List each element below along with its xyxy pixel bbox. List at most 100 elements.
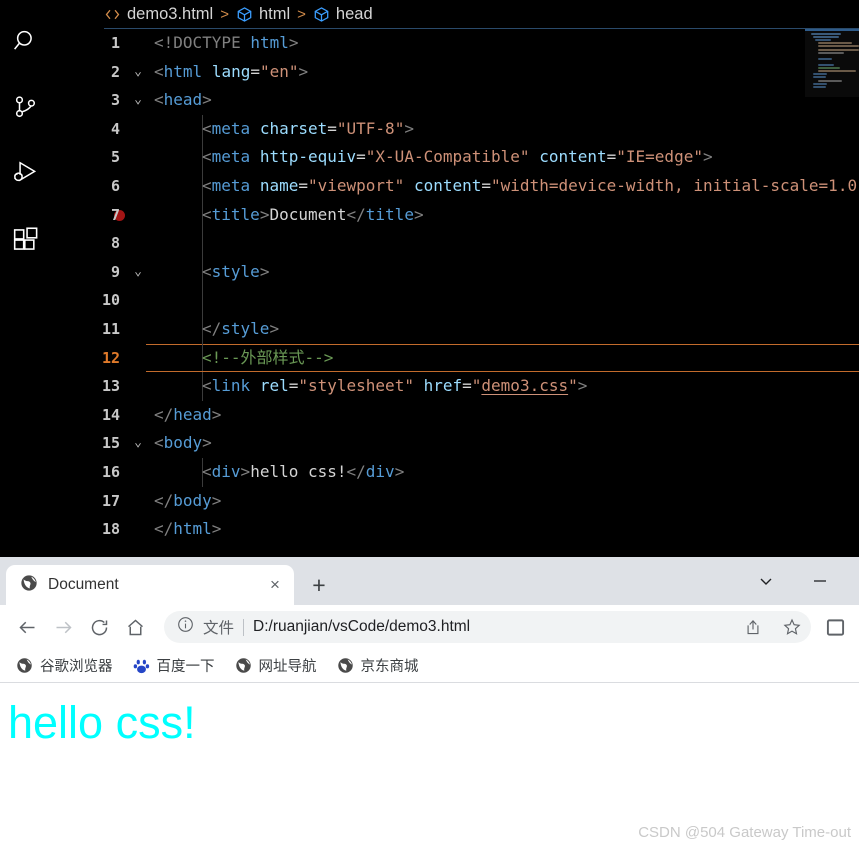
breadcrumb-node-head[interactable]: head bbox=[336, 5, 373, 24]
code-token: hello css! bbox=[250, 461, 347, 481]
code-token: > bbox=[404, 118, 414, 138]
fold-chevron-down-icon[interactable]: ⌄ bbox=[130, 258, 146, 287]
minimize-button[interactable] bbox=[803, 564, 837, 598]
globe-icon bbox=[16, 657, 33, 674]
fold-chevron-down-icon[interactable]: ⌄ bbox=[130, 58, 146, 87]
star-icon[interactable] bbox=[777, 612, 807, 642]
code-line[interactable]: 17 </body> bbox=[52, 487, 859, 516]
back-icon[interactable] bbox=[10, 610, 44, 644]
fold-chevron-down-icon[interactable]: ⌄ bbox=[130, 86, 146, 115]
minimap-line bbox=[818, 64, 834, 67]
code-line[interactable]: 2 ⌄ <html lang="en"> bbox=[52, 58, 859, 87]
code-token: html bbox=[173, 519, 212, 539]
code-line[interactable]: 13 <link rel="stylesheet" href="demo3.css… bbox=[52, 372, 859, 401]
code-editor[interactable]: 1 <!DOCTYPE html> 2 ⌄ <html lang="en"> 3 ⌄ <hea… bbox=[52, 29, 859, 557]
code-token: " bbox=[568, 376, 578, 396]
side-panel-icon[interactable] bbox=[821, 612, 849, 642]
code-line[interactable]: 16 <div>hello css!</div> bbox=[52, 457, 859, 487]
bookmark-item[interactable]: 谷歌浏览器 bbox=[8, 651, 121, 680]
reload-icon[interactable] bbox=[82, 610, 116, 644]
activity-bar bbox=[0, 0, 52, 557]
line-number: 3 bbox=[110, 91, 120, 110]
url-text[interactable]: D:/ruanjian/vsCode/demo3.html bbox=[253, 618, 729, 636]
code-line[interactable]: 6 <meta name="viewport" content="width=de… bbox=[52, 171, 859, 201]
code-line[interactable]: 12 <!--外部样式--> bbox=[52, 343, 859, 373]
code-line[interactable]: 18 </html> bbox=[52, 515, 859, 544]
code-token: <!DOCTYPE bbox=[154, 33, 251, 52]
code-line[interactable]: 9 ⌄ <style> bbox=[52, 257, 859, 287]
code-line[interactable]: 7 <title>Document</title> bbox=[52, 200, 859, 230]
code-token: link bbox=[211, 376, 251, 396]
code-token: < bbox=[202, 461, 212, 481]
symbol-cube-icon-2 bbox=[313, 6, 330, 23]
search-icon[interactable] bbox=[7, 22, 45, 60]
symbol-cube-icon bbox=[236, 6, 253, 23]
code-token: demo3.css bbox=[481, 376, 569, 396]
code-token: > bbox=[394, 461, 405, 481]
extensions-icon[interactable] bbox=[7, 220, 45, 258]
code-token: charset bbox=[259, 118, 328, 138]
line-number: 12 bbox=[101, 348, 120, 367]
bookmark-item[interactable]: 京东商城 bbox=[329, 651, 427, 680]
line-number: 11 bbox=[101, 319, 120, 338]
address-bar[interactable]: 文件 D:/ruanjian/vsCode/demo3.html bbox=[164, 611, 811, 643]
code-line[interactable]: 8 bbox=[52, 229, 859, 258]
info-circle-icon[interactable] bbox=[177, 616, 194, 638]
code-token: < bbox=[202, 204, 212, 224]
breadcrumb-node-html[interactable]: html bbox=[259, 5, 290, 24]
new-tab-button[interactable]: + bbox=[302, 568, 336, 602]
code-line[interactable]: 3 ⌄ <head> bbox=[52, 86, 859, 115]
code-token: > bbox=[298, 61, 309, 81]
minimap-slider[interactable] bbox=[805, 29, 859, 31]
code-line[interactable]: 15 ⌄ <body> bbox=[52, 429, 859, 458]
share-icon[interactable] bbox=[738, 612, 768, 642]
line-number: 14 bbox=[101, 405, 120, 424]
code-line[interactable]: 11 </style> bbox=[52, 314, 859, 344]
code-line[interactable]: 1 <!DOCTYPE html> bbox=[52, 29, 859, 58]
run-and-debug-icon[interactable] bbox=[7, 154, 45, 192]
code-token: "en" bbox=[259, 61, 299, 81]
fold-chevron-down-icon[interactable]: ⌄ bbox=[130, 429, 146, 458]
source-control-icon[interactable] bbox=[7, 88, 45, 126]
minimap-line bbox=[818, 42, 852, 45]
code-line[interactable]: 5 <meta http-equiv="X-UA-Compatible" cont… bbox=[52, 143, 859, 172]
code-token: div bbox=[365, 461, 395, 481]
code-token: " bbox=[471, 376, 482, 396]
code-token: http-equiv bbox=[259, 147, 357, 167]
code-text: <title>Document</title> bbox=[202, 201, 424, 230]
tab-strip: Document × + bbox=[0, 557, 859, 605]
code-token: < bbox=[202, 376, 212, 396]
code-text: <head> bbox=[154, 86, 212, 115]
code-line[interactable]: 10 bbox=[52, 286, 859, 315]
code-token: </ bbox=[202, 318, 222, 338]
browser-tab[interactable]: Document × bbox=[6, 565, 294, 605]
code-line[interactable]: 4 <meta charset="UTF-8"> bbox=[52, 114, 859, 144]
breadcrumb-separator-2: > bbox=[297, 5, 306, 23]
code-token: = bbox=[327, 118, 337, 138]
code-token: < bbox=[202, 175, 212, 195]
code-token: < bbox=[202, 147, 212, 167]
home-icon[interactable] bbox=[118, 610, 152, 644]
code-text: <link rel="stylesheet" href="demo3.css"> bbox=[202, 372, 587, 401]
code-token: title bbox=[365, 204, 414, 224]
code-token: > bbox=[202, 90, 212, 110]
code-token: "UTF-8" bbox=[336, 118, 405, 138]
code-text: <body> bbox=[154, 429, 212, 458]
bookmark-item[interactable]: 百度一下 bbox=[125, 651, 223, 680]
bookmark-item[interactable]: 网址导航 bbox=[227, 651, 325, 680]
forward-icon[interactable] bbox=[46, 610, 80, 644]
tab-search-chevron-down-icon[interactable] bbox=[749, 564, 783, 598]
code-token: "viewport" bbox=[307, 175, 405, 195]
breadcrumb-file[interactable]: demo3.html bbox=[127, 5, 213, 24]
code-line[interactable]: 14 </head> bbox=[52, 401, 859, 430]
close-icon[interactable]: × bbox=[264, 574, 286, 596]
line-number: 5 bbox=[110, 148, 120, 167]
vscode-window: demo3.html > html > head 1 <!DOCTYPE html… bbox=[0, 0, 859, 557]
minimap[interactable] bbox=[805, 29, 859, 97]
code-token: > bbox=[413, 204, 424, 224]
line-number: 6 bbox=[110, 176, 120, 195]
